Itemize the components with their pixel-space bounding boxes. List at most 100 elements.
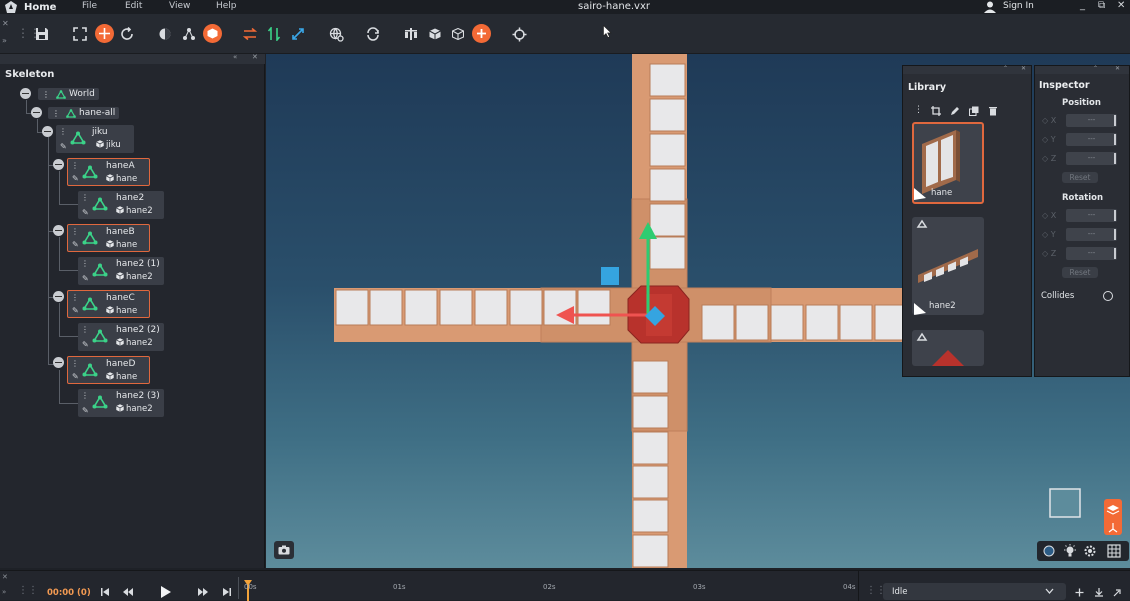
collides-checkbox[interactable] (1103, 291, 1113, 301)
tree-node-hane-all[interactable]: ⋮ hane-all (48, 107, 120, 119)
drag-grip-icon[interactable]: ⋮ (81, 391, 89, 400)
minimize-button[interactable]: _ (1080, 0, 1085, 11)
tree-node-haneb[interactable]: ⋮ ✎ haneB hane (67, 224, 150, 252)
panel-collapse-icon[interactable]: « (233, 53, 237, 61)
menu-edit[interactable]: Edit (125, 1, 142, 11)
edit-pencil-icon[interactable]: ✎ (60, 142, 67, 151)
edit-pencil-icon[interactable]: ✎ (72, 240, 79, 249)
toolbar-close-icon[interactable]: ✕ (2, 19, 9, 28)
tree-node-hane2-3[interactable]: ⋮ ✎ hane2 (3) hane2 (78, 389, 164, 417)
drag-grip-icon[interactable]: ⋮ (71, 227, 79, 236)
close-window-button[interactable]: ✕ (1117, 0, 1125, 11)
cube-outline-icon[interactable] (448, 24, 468, 44)
position-z-field[interactable]: --- (1066, 152, 1117, 165)
grid-icon[interactable] (1107, 544, 1121, 558)
drag-grip-icon[interactable]: ⋮ (42, 90, 50, 99)
refresh-icon[interactable] (363, 24, 383, 44)
edit-pencil-icon[interactable]: ✎ (82, 340, 89, 349)
collapse-haneB-toggle[interactable] (53, 225, 64, 236)
edit-pencil-icon[interactable]: ✎ (82, 208, 89, 217)
collapse-haneC-toggle[interactable] (53, 291, 64, 302)
drag-grip-icon[interactable]: ⋮ (81, 325, 89, 334)
library-close-icon[interactable]: ✕ (1021, 65, 1026, 72)
tree-node-hane2[interactable]: ⋮ ✎ hane2 hane2 (78, 191, 164, 219)
menu-file[interactable]: File (82, 1, 97, 11)
rotation-y-field[interactable]: --- (1066, 228, 1117, 241)
panel-close-icon[interactable]: ✕ (252, 53, 258, 61)
delete-icon[interactable] (988, 106, 998, 116)
edit-pencil-icon[interactable]: ✎ (72, 372, 79, 381)
sign-in-link[interactable]: Sign In (1003, 1, 1034, 11)
tree-node-hane2-1[interactable]: ⋮ ✎ hane2 (1) hane2 (78, 257, 164, 285)
light-icon[interactable] (1063, 544, 1077, 558)
tree-node-haned[interactable]: ⋮ ✎ haneD hane (67, 356, 150, 384)
position-x-field[interactable]: --- (1066, 114, 1117, 127)
rotate-tool-icon[interactable] (117, 24, 137, 44)
hierarchy-icon[interactable] (179, 24, 199, 44)
move-tool-icon[interactable] (95, 24, 114, 43)
tree-node-jiku[interactable]: ⋮ ✎ jiku jiku (56, 125, 134, 153)
camera-button[interactable] (274, 541, 294, 559)
animation-select[interactable]: Idle (883, 583, 1066, 600)
collapse-haneA-toggle[interactable] (53, 159, 64, 170)
cube-icon[interactable] (425, 24, 445, 44)
vertical-swap-icon[interactable] (264, 24, 284, 44)
globe-settings-icon[interactable] (326, 24, 346, 44)
library-collapse-icon[interactable]: ⌃ (1003, 65, 1008, 72)
timeline-close-icon[interactable]: ✕ (2, 573, 8, 581)
crop-icon[interactable] (931, 106, 941, 116)
tree-node-hanec[interactable]: ⋮ ✎ haneC hane (67, 290, 150, 318)
step-back-icon[interactable] (122, 587, 134, 597)
edit-pencil-icon[interactable]: ✎ (72, 306, 79, 315)
maximize-button[interactable]: ⧉ (1098, 0, 1105, 11)
swap-icon[interactable] (240, 24, 260, 44)
collapse-world-toggle[interactable] (20, 88, 31, 99)
shading-icon[interactable] (155, 24, 175, 44)
play-icon[interactable] (158, 585, 172, 599)
drag-grip-icon[interactable]: ⋮ (59, 127, 67, 136)
collapse-jiku-toggle[interactable] (42, 126, 53, 137)
skip-end-icon[interactable] (222, 587, 232, 597)
drag-grip-icon[interactable]: ⋮ (81, 193, 89, 202)
duplicate-icon[interactable] (969, 106, 979, 116)
inspector-collapse-icon[interactable]: ⌃ (1093, 65, 1098, 72)
drag-grip-icon[interactable]: ⋮ (71, 293, 79, 302)
home-menu[interactable]: Home (24, 2, 56, 13)
toolbar-collapse-icon[interactable]: » (2, 36, 7, 45)
view-orientation-button[interactable] (1104, 499, 1122, 535)
edit-pencil-icon[interactable]: ✎ (82, 406, 89, 415)
user-icon[interactable] (983, 0, 997, 14)
skip-start-icon[interactable] (100, 587, 110, 597)
collapse-haneD-toggle[interactable] (53, 357, 64, 368)
mesh-mode-icon[interactable] (203, 24, 222, 43)
rotation-reset-button[interactable]: Reset (1062, 267, 1098, 278)
menu-view[interactable]: View (169, 1, 190, 11)
timeline-expand-icon[interactable]: » (2, 588, 6, 596)
drag-grip-icon[interactable]: ⋮ (71, 359, 79, 368)
tree-node-hane2-2[interactable]: ⋮ ✎ hane2 (2) hane2 (78, 323, 164, 351)
app-logo-icon[interactable] (4, 0, 18, 14)
sphere-shading-icon[interactable] (1043, 545, 1055, 557)
drag-grip-icon[interactable]: ⋮ (52, 109, 60, 118)
library-menu-icon[interactable]: ⋮ (914, 105, 923, 115)
library-item-hane2[interactable]: hane2 (912, 217, 984, 315)
position-y-field[interactable]: --- (1066, 133, 1117, 146)
edit-pencil-icon[interactable]: ✎ (82, 274, 89, 283)
menu-help[interactable]: Help (216, 1, 237, 11)
edit-icon[interactable] (950, 106, 960, 116)
rotation-z-field[interactable]: --- (1066, 247, 1117, 260)
library-item-hane[interactable]: hane (912, 122, 984, 204)
library-item-partial[interactable] (912, 330, 984, 366)
tree-node-hanea[interactable]: ⋮ ✎ haneA hane (67, 158, 150, 186)
add-animation-icon[interactable] (1075, 588, 1084, 597)
step-forward-icon[interactable] (197, 587, 209, 597)
inspector-close-icon[interactable]: ✕ (1115, 65, 1120, 72)
position-reset-button[interactable]: Reset (1062, 172, 1098, 183)
crosshair-icon[interactable] (509, 24, 529, 44)
edit-pencil-icon[interactable]: ✎ (72, 174, 79, 183)
add-object-icon[interactable] (472, 24, 491, 43)
collapse-hane-all-toggle[interactable] (31, 107, 42, 118)
align-icon[interactable] (401, 24, 421, 44)
drag-grip-icon[interactable]: ⋮ (71, 161, 79, 170)
drag-grip-icon[interactable]: ⋮ (81, 259, 89, 268)
